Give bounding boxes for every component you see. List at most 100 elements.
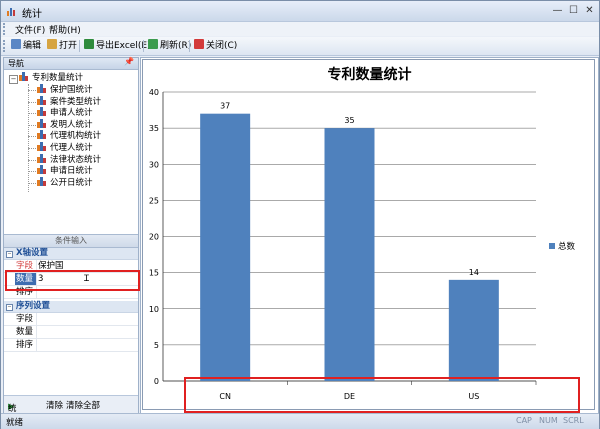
app-icon: [6, 5, 18, 17]
nav-item-label: 法律状态统计: [50, 155, 101, 165]
status-text: 就绪: [6, 416, 23, 428]
annotation-box-count: [5, 270, 140, 291]
nav-item-label: 案件类型统计: [50, 97, 101, 107]
condition-header: 条件输入: [4, 234, 138, 248]
grid-divider: [36, 326, 37, 338]
scroll-indicator: SCRL: [563, 416, 584, 425]
chart-icon: [19, 72, 29, 81]
chart-title: 专利数量统计: [328, 66, 412, 83]
data-label: 37: [220, 102, 230, 111]
series-sort-key: 排序: [16, 339, 36, 351]
y-tick-label: 15: [149, 269, 159, 278]
app-window: 统计 — ☐ ✕ 文件(F) 帮助(H) 编辑 打开 导出Excel(E) 刷新…: [0, 0, 600, 429]
nav-item[interactable]: 发明人统计: [37, 119, 93, 131]
nav-item-label: 申请人统计: [50, 108, 93, 118]
nav-item[interactable]: 法律状态统计: [37, 154, 101, 166]
nav-item[interactable]: 公开日统计: [37, 177, 93, 189]
y-tick-label: 0: [154, 377, 159, 386]
collapse-icon[interactable]: −: [6, 304, 13, 311]
tree-guide-line: [28, 183, 36, 184]
minimize-button[interactable]: —: [550, 4, 565, 18]
menu-file[interactable]: 文件(F): [15, 23, 45, 36]
y-tick-label: 35: [149, 124, 159, 133]
legend-swatch: [549, 243, 555, 249]
tree-guide-line: [28, 125, 36, 126]
series-count-key: 数量: [16, 326, 36, 338]
bar-chart: 专利数量统计051015202530354037CN35DE14US总数: [142, 59, 595, 410]
series-group-label: 序列设置: [16, 301, 50, 312]
action-bar: ▶ 统计 清除 清除全部: [4, 395, 138, 413]
maximize-button[interactable]: ☐: [566, 4, 581, 18]
tree-guide-line: [28, 171, 36, 172]
export-excel-button[interactable]: 导出Excel(E): [84, 39, 151, 53]
nav-root-item[interactable]: 专利数量统计: [19, 72, 83, 84]
status-bar: 就绪 CAP NUM SCRL: [1, 413, 599, 429]
tree-guide-line: [28, 113, 36, 114]
open-label: 打开: [59, 41, 77, 51]
pin-icon[interactable]: 📌: [124, 57, 134, 66]
grid-divider: [36, 339, 37, 351]
close-window-button[interactable]: ✕: [582, 4, 597, 18]
bar: [449, 280, 499, 381]
num-indicator: NUM: [539, 416, 558, 425]
window-title: 统计: [22, 5, 42, 20]
chart-icon: [37, 177, 47, 186]
nav-item[interactable]: 申请日统计: [37, 165, 93, 177]
series-sort-row[interactable]: 排序: [4, 339, 138, 352]
tree-guide-line: [28, 148, 36, 149]
tree-guide-line: [28, 90, 36, 91]
chart-icon: [37, 130, 47, 139]
series-count-row[interactable]: 数量: [4, 326, 138, 339]
chart-icon: [37, 84, 47, 93]
edit-button[interactable]: 编辑: [11, 39, 41, 53]
toolbar-separator: [143, 40, 144, 52]
chart-icon: [37, 165, 47, 174]
toolbar-grip: [3, 40, 8, 52]
title-bar: 统计 — ☐ ✕: [1, 1, 599, 22]
nav-item[interactable]: 申请人统计: [37, 107, 93, 119]
nav-item[interactable]: 代理人统计: [37, 142, 93, 154]
series-field-key: 字段: [16, 313, 36, 325]
toolbar: 编辑 打开 导出Excel(E) 刷新(R) 关闭(C): [1, 37, 599, 56]
x-axis-group-label: X轴设置: [16, 248, 48, 259]
data-label: 35: [344, 116, 354, 125]
series-group[interactable]: −序列设置: [4, 301, 138, 313]
nav-item[interactable]: 保护国统计: [37, 84, 93, 96]
chart-icon: [37, 96, 47, 105]
y-tick-label: 20: [149, 233, 159, 242]
y-tick-label: 25: [149, 196, 159, 205]
toolbar-separator: [189, 40, 190, 52]
nav-item-label: 代理人统计: [50, 143, 93, 153]
refresh-button[interactable]: 刷新(R): [148, 39, 191, 53]
bar: [200, 114, 250, 381]
y-tick-label: 10: [149, 305, 159, 314]
chart-icon: [37, 119, 47, 128]
series-field-row[interactable]: 字段: [4, 313, 138, 326]
nav-item[interactable]: 代理机构统计: [37, 130, 101, 142]
x-axis-group[interactable]: −X轴设置: [4, 248, 138, 260]
folder-icon: [47, 39, 57, 49]
nav-item-label: 申请日统计: [50, 166, 93, 176]
grid-divider: [36, 313, 37, 325]
collapse-icon[interactable]: −: [6, 251, 13, 258]
open-button[interactable]: 打开: [47, 39, 77, 53]
annotation-box-categories: [184, 377, 580, 413]
close-icon: [194, 39, 204, 49]
nav-item[interactable]: 案件类型统计: [37, 96, 101, 108]
close-button[interactable]: 关闭(C): [194, 39, 237, 53]
menu-help[interactable]: 帮助(H): [49, 23, 81, 36]
edit-icon: [11, 39, 21, 49]
y-tick-label: 40: [149, 88, 159, 97]
nav-item-label: 公开日统计: [50, 178, 93, 188]
refresh-label: 刷新(R): [160, 41, 191, 51]
clear-all-button[interactable]: 清除全部: [66, 399, 100, 411]
collapse-icon[interactable]: −: [9, 75, 18, 84]
y-tick-label: 30: [149, 160, 159, 169]
clear-button[interactable]: 清除: [46, 399, 63, 411]
bar: [325, 128, 375, 381]
nav-header: 导航 📌: [4, 58, 138, 70]
tree-guide-line: [28, 102, 36, 103]
chart-icon: [37, 107, 47, 116]
caps-indicator: CAP: [516, 416, 532, 425]
chart-icon: [37, 154, 47, 163]
